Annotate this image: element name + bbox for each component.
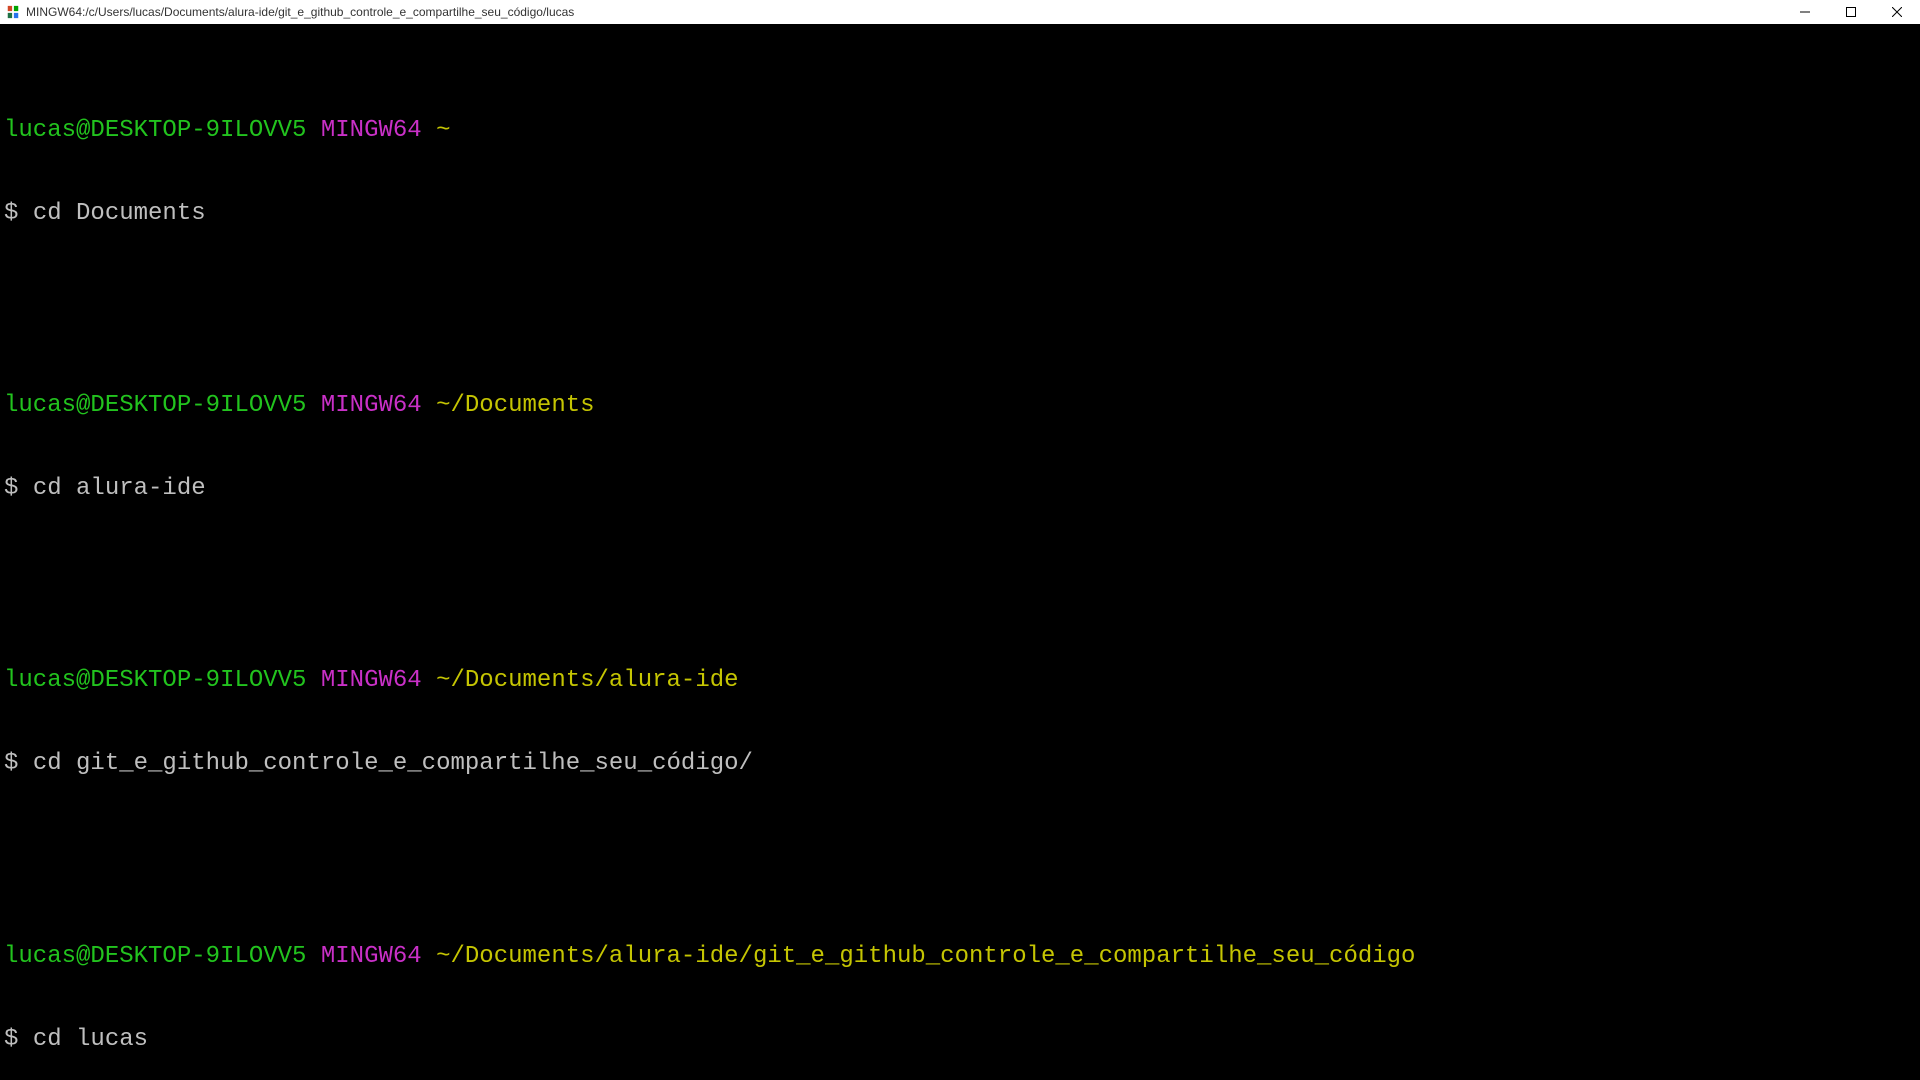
command-line: $ cd git_e_github_controle_e_compartilhe… — [4, 750, 1916, 778]
window-title: MINGW64:/c/Users/lucas/Documents/alura-i… — [26, 5, 574, 19]
close-button[interactable] — [1874, 0, 1920, 24]
git-bash-icon — [6, 5, 20, 19]
maximize-button[interactable] — [1828, 0, 1874, 24]
prompt-line: lucas@DESKTOP-9ILOVV5 MINGW64 ~/Document… — [4, 667, 1916, 695]
command-line: $ cd alura-ide — [4, 475, 1916, 503]
command-line: $ cd Documents — [4, 200, 1916, 228]
prompt-line: lucas@DESKTOP-9ILOVV5 MINGW64 ~ — [4, 117, 1916, 145]
window-titlebar: MINGW64:/c/Users/lucas/Documents/alura-i… — [0, 0, 1920, 24]
minimize-button[interactable] — [1782, 0, 1828, 24]
prompt-line: lucas@DESKTOP-9ILOVV5 MINGW64 ~/Document… — [4, 943, 1916, 971]
terminal-viewport[interactable]: lucas@DESKTOP-9ILOVV5 MINGW64 ~ $ cd Doc… — [0, 24, 1920, 1080]
prompt-line: lucas@DESKTOP-9ILOVV5 MINGW64 ~/Document… — [4, 392, 1916, 420]
command-line: $ cd lucas — [4, 1026, 1916, 1054]
